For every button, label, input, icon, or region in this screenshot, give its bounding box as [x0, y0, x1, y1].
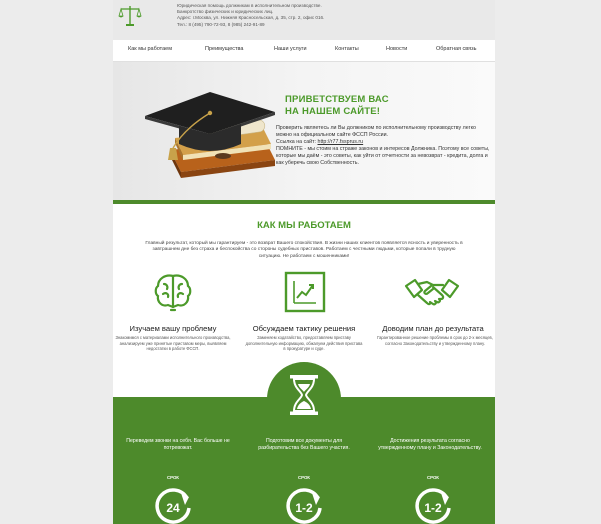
term-value-2: 1-2	[295, 501, 313, 515]
hero-title: ПРИВЕТСТВУЕМ ВАС НА НАШЕМ САЙТЕ!	[285, 94, 389, 118]
section-title: КАК МЫ РАБОТАЕМ	[257, 220, 351, 231]
nav-item-contacts[interactable]: Контакты	[335, 46, 359, 52]
section-intro: Главный результат, который мы гарантируе…	[145, 241, 463, 259]
main-nav: Как мы работаем Преимущества Наши услуги…	[113, 40, 495, 62]
site-header: Юридическая помощь должникам в исполните…	[113, 0, 495, 40]
step-text-documents: Подготовим все документы для разбиратель…	[258, 438, 350, 451]
hourglass-icon	[290, 375, 318, 415]
step-text-calls: Переведем звонки на себя. Вас больше не …	[126, 438, 230, 451]
feature-text-study: Знакомимся с материалами исполнительного…	[115, 335, 231, 352]
hero-link-prefix: Ссылка на сайт:	[276, 139, 318, 146]
cycle-icon-1-2-a: 1-2	[286, 488, 322, 524]
nav-item-feedback[interactable]: Обратная связь	[436, 46, 477, 52]
feature-title-study: Изучаем вашу проблему	[129, 324, 217, 333]
how-we-work-section: КАК МЫ РАБОТАЕМ Главный результат, котор…	[113, 200, 495, 380]
fssp-link[interactable]: http://r77.fssprus.ru	[318, 139, 364, 145]
nav-item-news[interactable]: Новости	[386, 46, 407, 52]
term-value-1: 24	[166, 501, 180, 515]
term-value-3: 1-2	[424, 501, 442, 515]
cycle-icon-1-2-b: 1-2	[415, 488, 451, 524]
srok-label-1: СРОК	[167, 475, 179, 480]
cycle-icon-24: 24	[155, 488, 191, 524]
srok-label-3: СРОК	[427, 475, 439, 480]
hero-title-line-2: НА НАШЕМ САЙТЕ!	[285, 106, 381, 117]
hero-section: ПРИВЕТСТВУЕМ ВАС НА НАШЕМ САЙТЕ! Провери…	[113, 62, 495, 200]
feature-title-result: Доводим план до результата	[382, 324, 484, 333]
handshake-icon	[404, 278, 460, 306]
chart-icon	[284, 271, 326, 313]
brain-icon	[154, 274, 192, 312]
nav-item-how-we-work[interactable]: Как мы работаем	[128, 46, 172, 52]
hero-paragraph-remember: ПОМНИТЕ - мы стоим на страже законов и и…	[276, 146, 490, 167]
srok-label-2: СРОК	[298, 475, 310, 480]
graduation-cap-books-image	[145, 92, 275, 178]
step-text-results: Достижения результата согласно утвержден…	[378, 438, 482, 451]
header-info: Юридическая помощь должникам в исполните…	[177, 3, 477, 28]
feature-title-discuss: Обсуждаем тактику решения	[252, 324, 356, 333]
hero-title-line-1: ПРИВЕТСТВУЕМ ВАС	[285, 94, 389, 105]
feature-text-discuss: Заменяем ходатайство, предоставляем прис…	[245, 335, 363, 352]
page: Юридическая помощь должникам в исполните…	[113, 0, 495, 524]
header-phones: Тел.: 8 (495) 790-72-93, 8 (985) 242-91-…	[177, 21, 265, 27]
nav-item-services[interactable]: Наши услуги	[274, 46, 307, 52]
feature-text-result: Гарантированное решение проблемы в срок …	[377, 335, 493, 346]
nav-item-advantages[interactable]: Преимущества	[205, 46, 243, 52]
hero-paragraph-check: Проверить являетесь ли Вы должником по и…	[276, 125, 476, 139]
scales-logo-icon[interactable]	[117, 3, 143, 29]
hero-text: Проверить являетесь ли Вы должником по и…	[276, 125, 491, 168]
hero-link-row: Ссылка на сайт: http://r77.fssprus.ru	[276, 139, 491, 146]
